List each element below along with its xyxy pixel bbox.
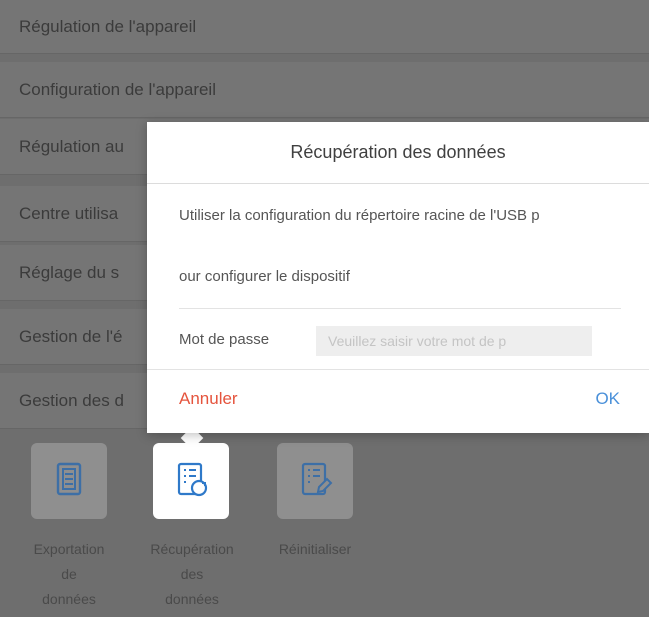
menu-item-device-regulation[interactable]: Régulation de l'appareil: [0, 0, 649, 54]
label-line: données: [42, 591, 96, 607]
menu-item-label: Gestion des d: [19, 390, 124, 410]
label-line: données: [165, 591, 219, 607]
label-line: des: [180, 566, 204, 582]
menu-item-label: Gestion de l'é: [19, 326, 123, 346]
menu-item-label: Configuration de l'appareil: [19, 79, 216, 99]
dialog-divider: [179, 308, 621, 309]
dialog-message-line-2: our configurer le dispositif: [179, 268, 350, 285]
menu-item-label: Régulation au: [19, 136, 124, 156]
menu-item-device-configuration[interactable]: Configuration de l'appareil: [0, 62, 649, 118]
data-recovery-button[interactable]: [153, 443, 229, 519]
label-line: de: [61, 566, 77, 582]
dialog-message-line-1: Utiliser la configuration du répertoire …: [179, 207, 540, 224]
menu-item-label: Régulation de l'appareil: [19, 16, 197, 36]
dialog-button-row: Annuler OK: [147, 369, 649, 433]
reset-icon: [295, 459, 335, 504]
cancel-button[interactable]: Annuler: [179, 389, 238, 409]
label-line: Récupération: [150, 541, 234, 557]
ok-button[interactable]: OK: [595, 389, 620, 409]
dialog-title: Récupération des données: [147, 122, 649, 184]
menu-item-label: Centre utilisa: [19, 203, 119, 223]
data-recovery-dialog: Récupération des données Utiliser la con…: [147, 122, 649, 433]
menu-item-label: Réglage du s: [19, 262, 120, 282]
password-input[interactable]: [316, 326, 592, 356]
data-recovery-label: Récupération des données: [137, 537, 247, 612]
reset-button[interactable]: [277, 443, 353, 519]
export-data-button[interactable]: [31, 443, 107, 519]
data-recovery-icon: [171, 459, 211, 504]
label-line: Réinitialiser: [278, 541, 352, 557]
export-data-label: Exportation de données: [14, 537, 124, 612]
label-line: Exportation: [33, 541, 105, 557]
reset-label: Réinitialiser: [260, 537, 370, 562]
export-data-icon: [49, 459, 89, 504]
password-label: Mot de passe: [179, 331, 270, 348]
